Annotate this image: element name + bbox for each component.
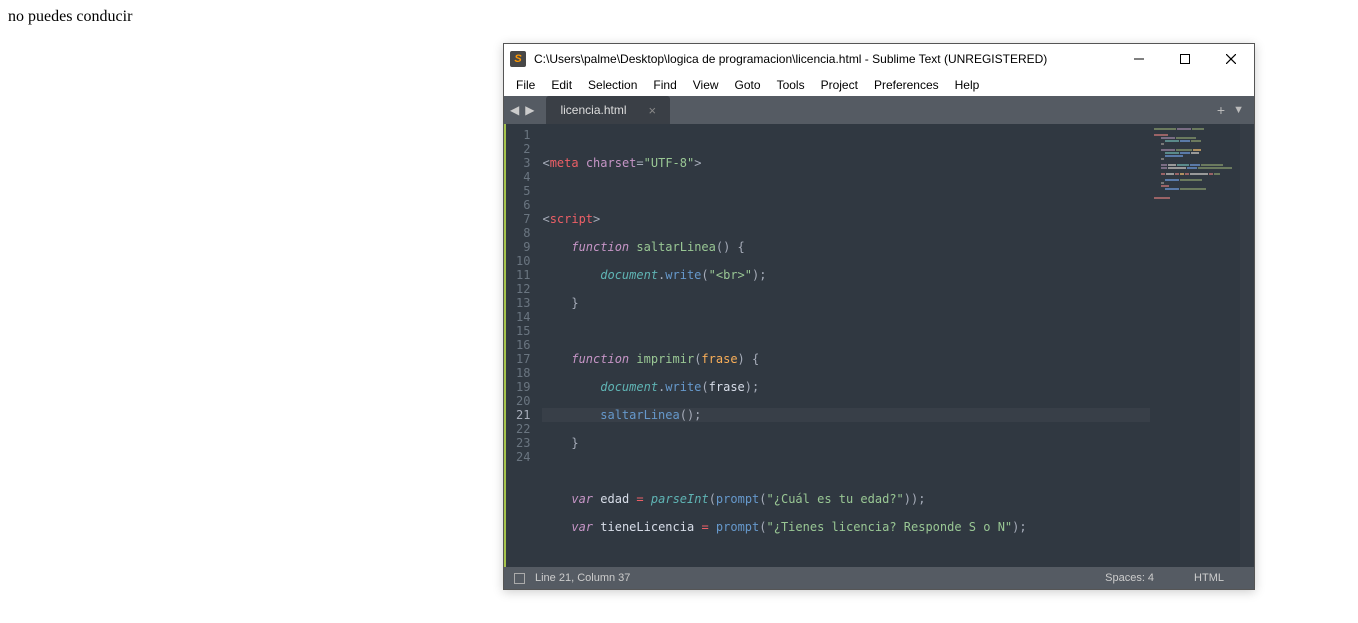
menu-bar: File Edit Selection Find View Goto Tools… <box>504 74 1254 96</box>
menu-goto[interactable]: Goto <box>727 76 769 94</box>
nav-arrows: ◀ ▶ <box>504 96 540 124</box>
sublime-icon: S <box>510 51 526 67</box>
status-spaces[interactable]: Spaces: 4 <box>1105 572 1154 584</box>
status-position[interactable]: Line 21, Column 37 <box>535 572 630 584</box>
minimize-button[interactable] <box>1116 44 1162 74</box>
menu-help[interactable]: Help <box>947 76 988 94</box>
tabbar-controls: + ▼ <box>1207 96 1254 124</box>
editor-area: 123456789101112131415161718192021222324 … <box>504 124 1254 567</box>
status-bar: Line 21, Column 37 Spaces: 4 HTML <box>504 567 1254 589</box>
nav-forward-icon[interactable]: ▶ <box>525 103 534 117</box>
code-editor[interactable]: <meta charset="UTF-8"> <script> function… <box>542 124 1150 567</box>
menu-find[interactable]: Find <box>645 76 684 94</box>
vertical-scrollbar[interactable] <box>1240 124 1254 567</box>
line-gutter[interactable]: 123456789101112131415161718192021222324 <box>504 124 542 567</box>
menu-edit[interactable]: Edit <box>543 76 580 94</box>
close-button[interactable] <box>1208 44 1254 74</box>
menu-preferences[interactable]: Preferences <box>866 76 947 94</box>
sublime-window: S C:\Users\palme\Desktop\logica de progr… <box>503 43 1255 590</box>
new-tab-icon[interactable]: + <box>1217 102 1225 118</box>
tab-label: licencia.html <box>560 103 626 117</box>
menu-file[interactable]: File <box>508 76 543 94</box>
menu-tools[interactable]: Tools <box>769 76 813 94</box>
browser-output: no puedes conducir <box>8 8 132 26</box>
tab-menu-icon[interactable]: ▼ <box>1233 104 1244 116</box>
window-controls <box>1116 44 1254 74</box>
tab-close-icon[interactable]: × <box>649 103 657 118</box>
tab-bar: ◀ ▶ licencia.html × + ▼ <box>504 96 1254 124</box>
tab-licencia[interactable]: licencia.html × <box>546 96 670 124</box>
maximize-button[interactable] <box>1162 44 1208 74</box>
window-title: C:\Users\palme\Desktop\logica de program… <box>534 52 1116 66</box>
menu-view[interactable]: View <box>685 76 727 94</box>
window-titlebar[interactable]: S C:\Users\palme\Desktop\logica de progr… <box>504 44 1254 74</box>
minimap[interactable] <box>1150 124 1240 567</box>
menu-selection[interactable]: Selection <box>580 76 645 94</box>
nav-back-icon[interactable]: ◀ <box>510 103 519 117</box>
menu-project[interactable]: Project <box>813 76 866 94</box>
status-language[interactable]: HTML <box>1194 572 1224 584</box>
panel-switcher-icon[interactable] <box>514 573 525 584</box>
